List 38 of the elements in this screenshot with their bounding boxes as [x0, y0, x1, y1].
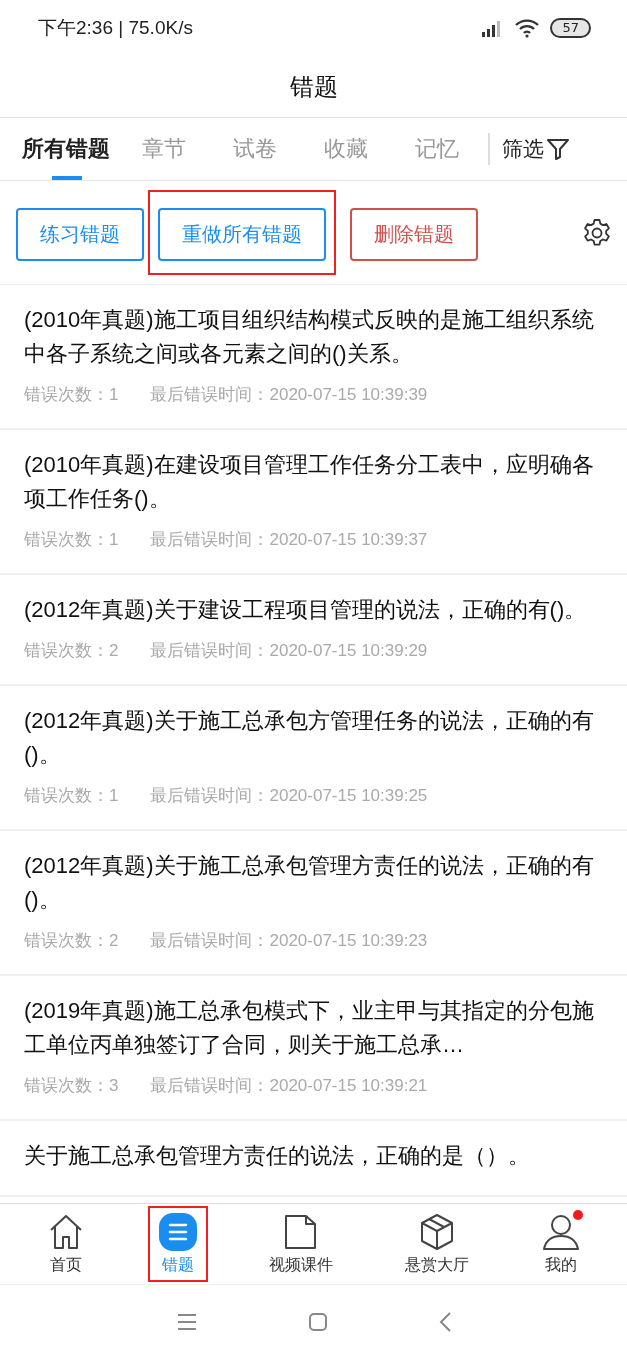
tab[interactable]: 所有错题: [14, 118, 118, 180]
last-error-time: 最后错误时间：2020-07-15 10:39:37: [150, 529, 428, 551]
error-count: 错误次数：3: [24, 1075, 119, 1097]
error-count: 错误次数：1: [24, 529, 119, 551]
question-text[interactable]: 关于施工总承包管理方责任的说法，正确的是（）。: [24, 1139, 603, 1173]
home-square-icon[interactable]: [307, 1312, 328, 1332]
action-button[interactable]: 删除错题: [350, 208, 478, 261]
error-count: 错误次数：2: [24, 930, 119, 952]
back-icon[interactable]: [437, 1311, 452, 1333]
question-text[interactable]: (2012年真题)关于施工总承包管理方责任的说法，正确的有()。: [24, 849, 603, 917]
last-error-time: 最后错误时间：2020-07-15 10:39:39: [150, 384, 428, 406]
question-text[interactable]: (2010年真题)施工项目组织结构模式反映的是施工组织系统中各子系统之间或各元素之间的()关系。: [24, 303, 603, 371]
filter-icon: [546, 137, 570, 161]
settings-icon[interactable]: [581, 216, 613, 249]
question-text[interactable]: (2012年真题)关于建设工程项目管理的说法，正确的有()。: [24, 593, 603, 627]
question-text[interactable]: (2010年真题)在建设项目管理工作任务分工表中，应明确各项工作任务()。: [24, 448, 603, 516]
nav-item[interactable]: 首页: [37, 1208, 94, 1280]
question-text[interactable]: (2019年真题)施工总承包模式下，业主甲与其指定的分包施工单位丙单独签订了合同，则关于施工总承…: [24, 994, 603, 1062]
status-time: 下午2:36 | 75.0K/s: [38, 16, 193, 40]
wifi-icon: [514, 18, 541, 38]
battery-indicator: 57: [550, 18, 591, 38]
error-count: 错误次数：2: [24, 640, 119, 662]
list-icon: [157, 1212, 198, 1252]
error-count: 错误次数：1: [24, 384, 119, 406]
last-error-time: 最后错误时间：2020-07-15 10:39:29: [150, 640, 428, 662]
user-icon: [541, 1212, 582, 1252]
nav-item[interactable]: 悬赏大厅: [397, 1208, 478, 1280]
last-error-time: 最后错误时间：2020-07-15 10:39:25: [150, 785, 428, 807]
nav-item[interactable]: 视频课件: [261, 1208, 342, 1280]
question-text[interactable]: (2012年真题)关于施工总承包方管理任务的说法，正确的有()。: [24, 704, 603, 772]
error-count: 错误次数：1: [24, 785, 119, 807]
nav-item[interactable]: 错题: [149, 1208, 206, 1280]
menu-icon[interactable]: [175, 1313, 198, 1331]
last-error-time: 最后错误时间：2020-07-15 10:39:23: [150, 930, 428, 952]
page-title: 错题: [289, 71, 338, 103]
nav-item[interactable]: 我的: [533, 1208, 590, 1280]
filter-button[interactable]: 筛选: [490, 135, 570, 163]
last-error-time: 最后错误时间：2020-07-15 10:39:21: [150, 1075, 428, 1097]
